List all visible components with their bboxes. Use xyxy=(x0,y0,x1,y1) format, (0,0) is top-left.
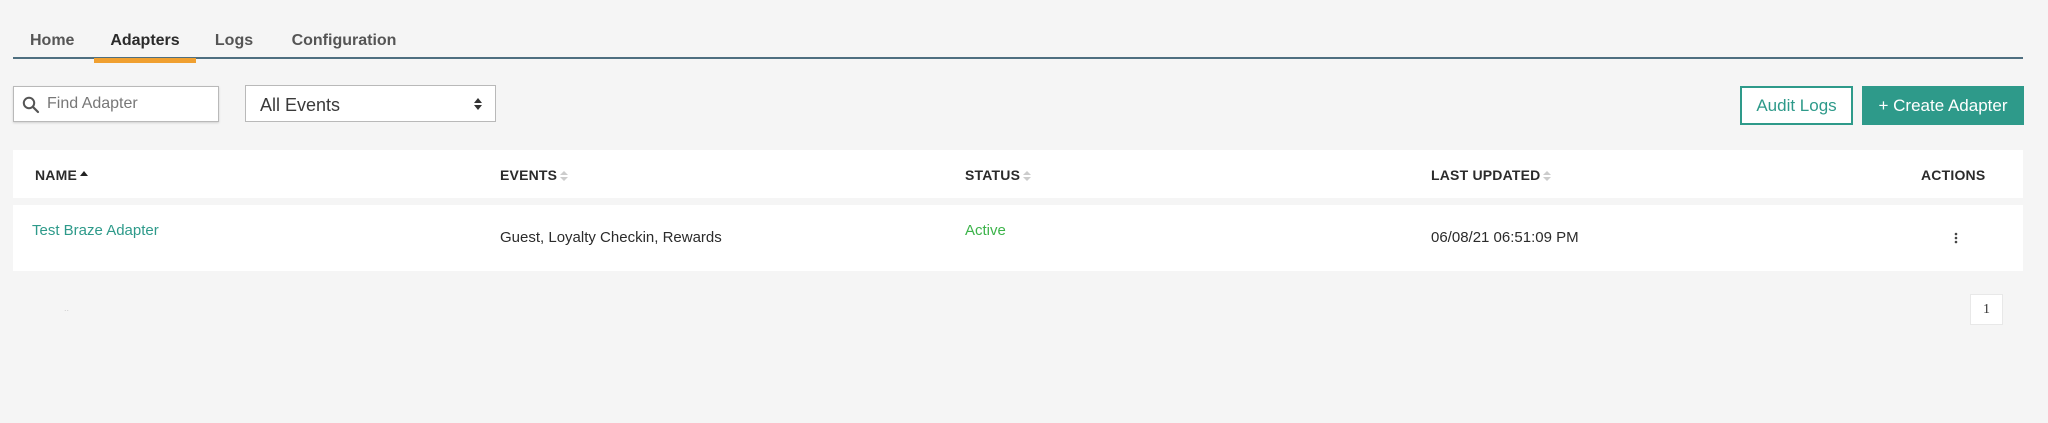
last-updated-value: 06/08/21 06:51:09 PM xyxy=(1431,229,1579,246)
sort-both-icon xyxy=(1543,169,1552,181)
sort-asc-icon xyxy=(80,169,89,181)
pagination-info: .. xyxy=(64,303,70,313)
column-header-status[interactable]: STATUS xyxy=(965,167,1032,183)
tab-logs[interactable]: Logs xyxy=(214,32,254,59)
column-label-events: EVENTS xyxy=(500,167,558,183)
status-badge: Active xyxy=(965,222,1006,239)
column-header-name[interactable]: NAME xyxy=(35,167,89,183)
events-select-value: All Events xyxy=(260,95,341,115)
table-header: NAME EVENTS STATUS LAST UPDATED ACTIONS xyxy=(13,150,2023,198)
events-select[interactable]: All Events xyxy=(245,85,496,122)
column-label-status: STATUS xyxy=(965,167,1021,183)
table-row: Test Braze Adapter Guest, Loyalty Checki… xyxy=(13,205,2023,271)
column-header-last-updated[interactable]: LAST UPDATED xyxy=(1431,167,1552,183)
tab-configuration[interactable]: Configuration xyxy=(290,32,398,59)
adapter-events: Guest, Loyalty Checkin, Rewards xyxy=(500,229,722,246)
search-input[interactable] xyxy=(47,93,215,115)
page-1-button[interactable]: 1 xyxy=(1970,294,2003,325)
select-arrows-icon xyxy=(473,97,483,111)
kebab-menu-icon[interactable] xyxy=(1951,230,1961,246)
sort-both-icon xyxy=(1023,169,1032,181)
column-label-actions: ACTIONS xyxy=(1921,167,1986,183)
column-header-actions: ACTIONS xyxy=(1921,167,1985,183)
column-label-name: NAME xyxy=(35,167,78,183)
nav-tabs: Home Adapters Logs Configuration xyxy=(13,28,2023,63)
search-box xyxy=(13,86,219,122)
column-label-last-updated: LAST UPDATED xyxy=(1431,167,1541,183)
search-icon xyxy=(22,96,40,114)
tab-home[interactable]: Home xyxy=(30,32,74,59)
adapter-name-link[interactable]: Test Braze Adapter xyxy=(32,222,159,239)
audit-logs-button[interactable]: Audit Logs xyxy=(1740,86,1853,125)
column-header-events[interactable]: EVENTS xyxy=(500,167,569,183)
create-adapter-button[interactable]: + Create Adapter xyxy=(1862,86,2024,125)
sort-both-icon xyxy=(560,169,569,181)
tab-adapters[interactable]: Adapters xyxy=(94,32,196,63)
